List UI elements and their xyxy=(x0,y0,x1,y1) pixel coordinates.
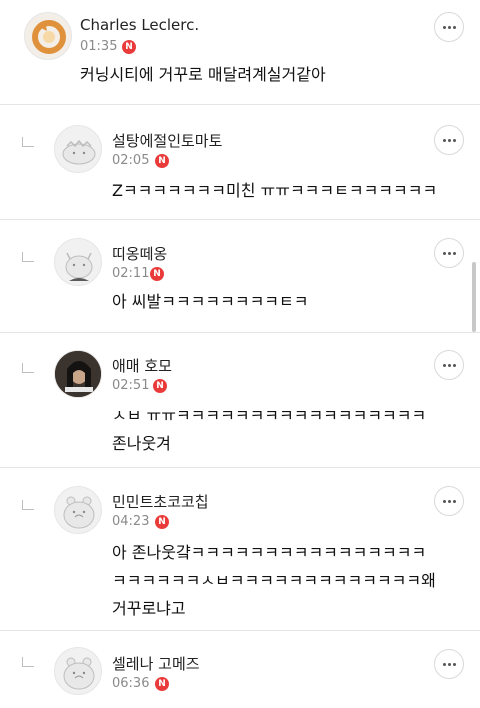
reply-arrow-icon xyxy=(22,500,34,510)
reply-arrow-icon xyxy=(22,657,34,667)
new-badge: N xyxy=(155,154,169,168)
new-badge: N xyxy=(155,515,169,529)
more-options-button[interactable] xyxy=(434,649,464,679)
comment-text: 커닝시티에 거꾸로 매달려계실거같아 xyxy=(80,65,326,84)
comment-nickname[interactable]: 띠옹떼옹 xyxy=(112,243,167,264)
reply-arrow-icon xyxy=(22,363,34,373)
reply-item: 셀레나 고메즈 06:36 N xyxy=(0,631,480,708)
comment-nickname[interactable]: 애매 호모 xyxy=(112,355,172,376)
reply-item: 띠옹떼옹 02:11 N 아 씨발ㅋㅋㅋㅋㅋㅋㅋㅋㅌㅋ xyxy=(0,220,480,332)
new-badge: N xyxy=(122,40,136,54)
comment-time: 02:11 xyxy=(112,266,150,281)
default-cat-avatar-icon[interactable] xyxy=(54,238,102,286)
bread-avatar-icon[interactable] xyxy=(24,12,72,60)
scrollbar[interactable] xyxy=(472,262,476,332)
reply-arrow-icon xyxy=(22,137,34,147)
default-hamster-avatar-icon[interactable] xyxy=(54,486,102,534)
comment-time: 02:51 xyxy=(112,378,150,393)
comment-time: 02:05 xyxy=(112,153,150,168)
reply-item: 민민트초코코칩 04:23 N 아 존나웃걐ㅋㅋㅋㅋㅋㅋㅋㅋㅋㅋㅋㅋㅋㅋㅋㅋ ㅋ… xyxy=(0,468,480,630)
comment-time: 04:23 xyxy=(112,514,150,529)
more-options-button[interactable] xyxy=(434,12,464,42)
more-options-button[interactable] xyxy=(434,486,464,516)
comment-nickname[interactable]: 민민트초코코칩 xyxy=(112,491,209,512)
new-badge: N xyxy=(155,677,169,691)
comment-nickname[interactable]: 설탕에절인토마토 xyxy=(112,130,222,151)
default-animal-avatar-icon[interactable] xyxy=(54,125,102,173)
comment-time: 06:36 xyxy=(112,676,150,691)
photo-avatar-icon[interactable] xyxy=(54,350,102,398)
comment-item: Charles Leclerc. 01:35 N 커닝시티에 거꾸로 매달려계실… xyxy=(0,0,480,104)
comment-text: 아 씨발ㅋㅋㅋㅋㅋㅋㅋㅋㅌㅋ xyxy=(112,292,309,311)
more-options-button[interactable] xyxy=(434,350,464,380)
new-badge: N xyxy=(153,379,167,393)
reply-item: 애매 호모 02:51 N ㅅㅂ ㅠㅠㅋㅋㅋㅋㅋㅋㅋㅋㅋㅋㅋㅋㅋㅋㅋㅋㅋ 존나웃… xyxy=(0,333,480,467)
reply-arrow-icon xyxy=(22,252,34,262)
comment-nickname[interactable]: 셀레나 고메즈 xyxy=(112,653,200,674)
more-options-button[interactable] xyxy=(434,238,464,268)
comment-nickname[interactable]: Charles Leclerc. xyxy=(80,16,199,34)
comment-time: 01:35 xyxy=(80,39,118,54)
default-hamster-avatar-icon[interactable] xyxy=(54,647,102,695)
comment-text-line: 거꾸로냐고 xyxy=(112,599,186,618)
new-badge: N xyxy=(150,267,164,281)
comment-text-line: 존나웃겨 xyxy=(112,434,171,453)
reply-item: 설탕에절인토마토 02:05 N Zㅋㅋㅋㅋㅋㅋㅋ미친 ㅠㅠㅋㅋㅋㅌㅋㅋㅋㅋㅋㅋ xyxy=(0,105,480,219)
more-options-button[interactable] xyxy=(434,125,464,155)
comment-text: Zㅋㅋㅋㅋㅋㅋㅋ미친 ㅠㅠㅋㅋㅋㅌㅋㅋㅋㅋㅋㅋ xyxy=(112,181,438,200)
